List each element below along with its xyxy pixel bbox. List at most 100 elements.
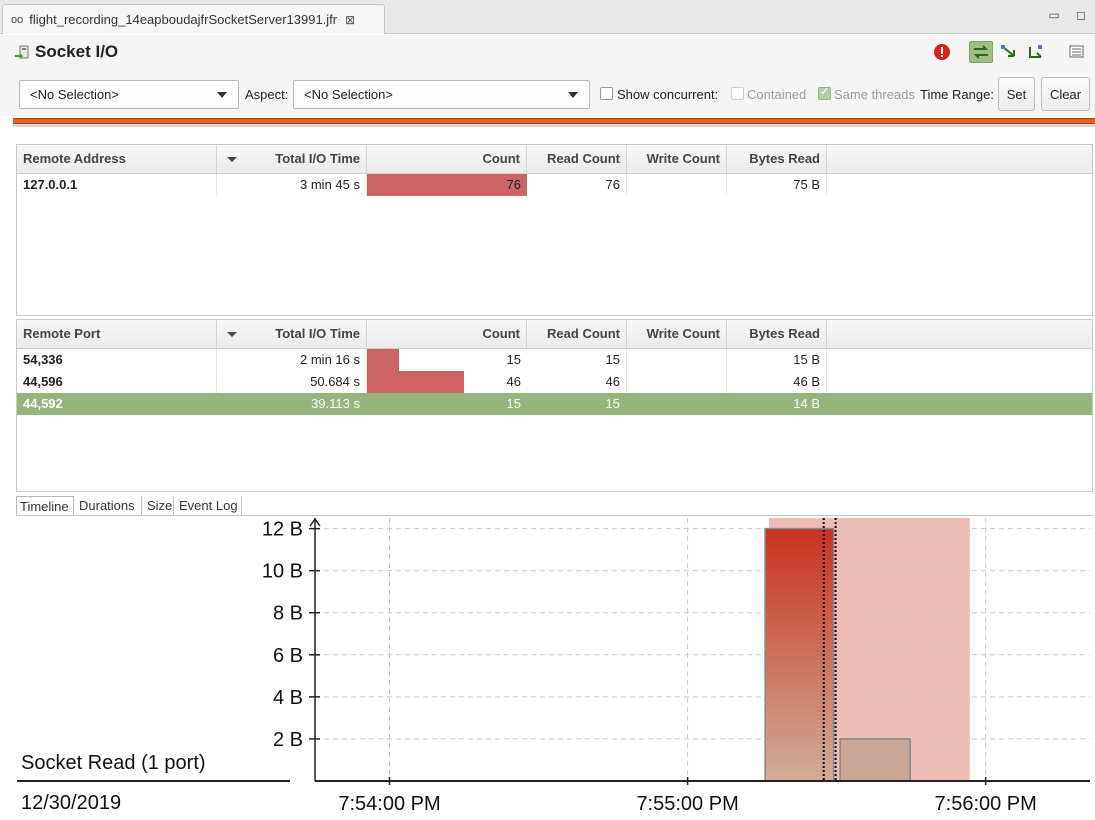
table-header: Remote Port Total I/O Time Count Read Co… xyxy=(17,320,1092,349)
remote-address-cell: 127.0.0.1 xyxy=(17,174,217,196)
date-label: 12/30/2019 xyxy=(21,792,122,814)
aspect-select[interactable]: <No Selection> xyxy=(293,80,590,109)
count-bar xyxy=(367,174,527,196)
bytes-read-cell: 46 B xyxy=(727,371,827,393)
total-io-time-cell: 50.684 s xyxy=(217,371,367,393)
column-read-count[interactable]: Read Count xyxy=(527,145,627,173)
column-read-count[interactable]: Read Count xyxy=(527,320,627,348)
set-button[interactable]: Set xyxy=(998,77,1035,111)
remote-port-cell: 44,596 xyxy=(17,371,217,393)
recording-icon: oo xyxy=(11,13,24,26)
aspect-select-value: <No Selection> xyxy=(304,87,393,102)
clear-button[interactable]: Clear xyxy=(1041,77,1090,111)
x-tick-label: 7:54:00 PM xyxy=(338,793,440,815)
socket-write-icon[interactable] xyxy=(1024,41,1048,63)
count-cell: 76 xyxy=(367,174,527,196)
column-count[interactable]: Count xyxy=(367,320,527,348)
total-io-time-cell: 2 min 16 s xyxy=(217,349,367,371)
count-value: 15 xyxy=(506,396,521,411)
socket-both-directions-icon[interactable] xyxy=(969,41,993,63)
column-total-io-time-label: Total I/O Time xyxy=(275,326,360,341)
write-count-cell xyxy=(627,174,727,196)
column-bytes-read[interactable]: Bytes Read xyxy=(727,320,827,348)
remote-port-cell: 54,336 xyxy=(17,349,217,371)
column-bytes-read[interactable]: Bytes Read xyxy=(727,145,827,173)
read-count-cell: 46 xyxy=(527,371,627,393)
x-tick-label: 7:56:00 PM xyxy=(935,793,1037,815)
editor-tab-strip: oo flight_recording_14eapboudajfrSocketS… xyxy=(0,0,1095,34)
total-io-time-cell: 3 min 45 s xyxy=(217,174,367,196)
same-threads-label: Same threads xyxy=(834,87,915,102)
table-row[interactable]: 44,596 50.684 s 46 46 46 B xyxy=(17,371,1092,393)
primary-select-value: <No Selection> xyxy=(30,87,119,102)
column-write-count[interactable]: Write Count xyxy=(627,145,727,173)
error-icon[interactable] xyxy=(930,41,954,63)
column-total-io-time[interactable]: Total I/O Time xyxy=(217,320,367,348)
column-total-io-time-label: Total I/O Time xyxy=(275,151,360,166)
count-cell: 46 xyxy=(367,371,527,393)
time-range-track xyxy=(13,124,1095,127)
read-count-cell: 15 xyxy=(527,349,627,371)
x-tick-label: 7:55:00 PM xyxy=(636,793,738,815)
same-threads-checkbox[interactable] xyxy=(818,85,831,100)
show-concurrent-label: Show concurrent: xyxy=(617,87,719,102)
timeline-bar xyxy=(839,738,911,782)
filter-bar: <No Selection> Aspect: <No Selection> Sh… xyxy=(0,71,1095,116)
page-header: Socket I/O xyxy=(0,35,1095,71)
aspect-label: Aspect: xyxy=(245,87,289,102)
view-menu-icon[interactable] xyxy=(1065,41,1089,63)
socket-read-icon[interactable] xyxy=(997,41,1021,63)
write-count-cell xyxy=(627,371,727,393)
y-tick-label: 12 B xyxy=(262,519,303,541)
editor-tab[interactable]: oo flight_recording_14eapboudajfrSocketS… xyxy=(2,4,385,34)
table-row[interactable]: 127.0.0.1 3 min 45 s 76 76 75 B xyxy=(17,174,1092,196)
tab-timeline[interactable]: Timeline xyxy=(16,496,74,516)
chevron-down-icon xyxy=(568,92,578,98)
chevron-down-icon xyxy=(217,92,227,98)
table-row[interactable]: 54,336 2 min 16 s 15 15 15 B xyxy=(17,349,1092,371)
column-remote-port[interactable]: Remote Port xyxy=(17,320,217,348)
y-tick-label: 6 B xyxy=(273,645,303,667)
remote-address-table: Remote Address Total I/O Time Count Read… xyxy=(16,144,1093,316)
tab-durations[interactable]: Durations xyxy=(76,496,142,516)
column-total-io-time[interactable]: Total I/O Time xyxy=(217,145,367,173)
column-count[interactable]: Count xyxy=(367,145,527,173)
minimize-icon[interactable]: ▭ xyxy=(1047,8,1061,22)
remote-port-cell: 44,592 xyxy=(23,396,63,411)
table-row-selected[interactable]: 44,592 39.113 s 15 15 14 B xyxy=(17,393,1092,415)
bytes-read-cell: 15 B xyxy=(727,349,827,371)
y-tick-label: 4 B xyxy=(273,687,303,709)
write-count-cell xyxy=(627,393,727,415)
close-icon[interactable]: ⊠ xyxy=(345,13,355,27)
contained-checkbox[interactable] xyxy=(731,87,744,100)
tab-event-log[interactable]: Event Log xyxy=(176,496,242,516)
time-range-label: Time Range: xyxy=(920,87,994,102)
tab-size[interactable]: Size xyxy=(144,496,174,516)
count-bar xyxy=(367,349,399,371)
y-tick-label: 8 B xyxy=(273,603,303,625)
count-cell: 15 xyxy=(367,349,527,371)
count-cell: 15 xyxy=(367,393,527,415)
maximize-icon[interactable]: ◻ xyxy=(1074,8,1088,22)
socket-io-icon xyxy=(15,45,29,59)
write-count-cell xyxy=(627,349,727,371)
y-tick-label: 2 B xyxy=(273,729,303,751)
count-bar xyxy=(367,371,464,393)
primary-select[interactable]: <No Selection> xyxy=(19,80,239,109)
lane-label: Socket Read (1 port) xyxy=(21,752,206,774)
bytes-read-cell: 14 B xyxy=(793,396,820,411)
contained-label: Contained xyxy=(747,87,807,102)
sort-descending-icon xyxy=(227,157,237,162)
total-io-time-cell: 39.113 s xyxy=(311,396,360,411)
count-value: 46 xyxy=(506,374,521,389)
count-value: 15 xyxy=(506,352,521,367)
read-count-cell: 15 xyxy=(605,396,620,411)
bytes-read-cell: 75 B xyxy=(727,174,827,196)
column-remote-address[interactable]: Remote Address xyxy=(17,145,217,173)
editor-tab-title: flight_recording_14eapboudajfrSocketServ… xyxy=(29,12,338,27)
page-title: Socket I/O xyxy=(35,42,119,61)
show-concurrent-checkbox[interactable] xyxy=(600,87,613,100)
column-write-count[interactable]: Write Count xyxy=(627,320,727,348)
sort-descending-icon xyxy=(227,332,237,337)
count-value: 76 xyxy=(506,177,521,192)
